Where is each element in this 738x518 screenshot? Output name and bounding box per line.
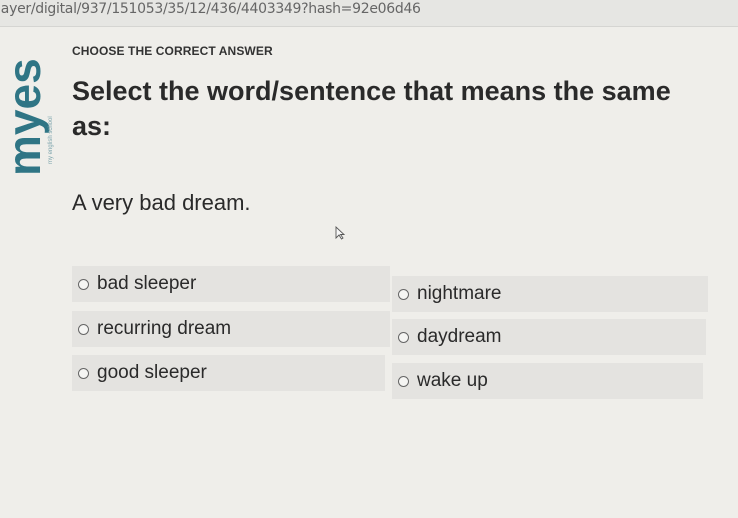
logo-wordmark: myes bbox=[0, 58, 50, 176]
option-label: bad sleeper bbox=[97, 273, 197, 294]
address-bar[interactable]: /quiz/player/digital/937/151053/35/12/43… bbox=[0, 0, 738, 27]
answer-option-wake-up[interactable]: wake up bbox=[392, 363, 703, 399]
answer-option-bad-sleeper[interactable]: bad sleeper bbox=[72, 266, 390, 302]
radio-button[interactable] bbox=[78, 278, 89, 290]
option-label: nightmare bbox=[417, 283, 502, 304]
answer-option-good-sleeper[interactable]: good sleeper bbox=[72, 355, 385, 391]
logo-tagline: my english school bbox=[48, 116, 54, 164]
radio-button[interactable] bbox=[78, 323, 89, 335]
option-label: good sleeper bbox=[97, 362, 207, 383]
question-text: A very bad dream. bbox=[72, 190, 251, 215]
mouse-cursor-icon bbox=[335, 225, 346, 245]
radio-button[interactable] bbox=[398, 331, 409, 343]
answer-option-daydream[interactable]: daydream bbox=[392, 319, 706, 355]
option-label: daydream bbox=[417, 326, 502, 347]
answer-option-recurring-dream[interactable]: recurring dream bbox=[72, 311, 390, 347]
brand-logo: myes my english school bbox=[0, 36, 60, 176]
question-prompt: Select the word/sentence that means the … bbox=[72, 76, 671, 141]
radio-button[interactable] bbox=[78, 367, 89, 379]
url-text: /quiz/player/digital/937/151053/35/12/43… bbox=[0, 1, 421, 17]
option-label: recurring dream bbox=[97, 318, 232, 339]
option-label: wake up bbox=[417, 370, 488, 391]
instruction-heading: CHOOSE THE CORRECT ANSWER bbox=[72, 44, 273, 58]
answer-option-nightmare[interactable]: nightmare bbox=[392, 276, 708, 312]
radio-button[interactable] bbox=[398, 288, 409, 300]
radio-button[interactable] bbox=[398, 375, 409, 387]
